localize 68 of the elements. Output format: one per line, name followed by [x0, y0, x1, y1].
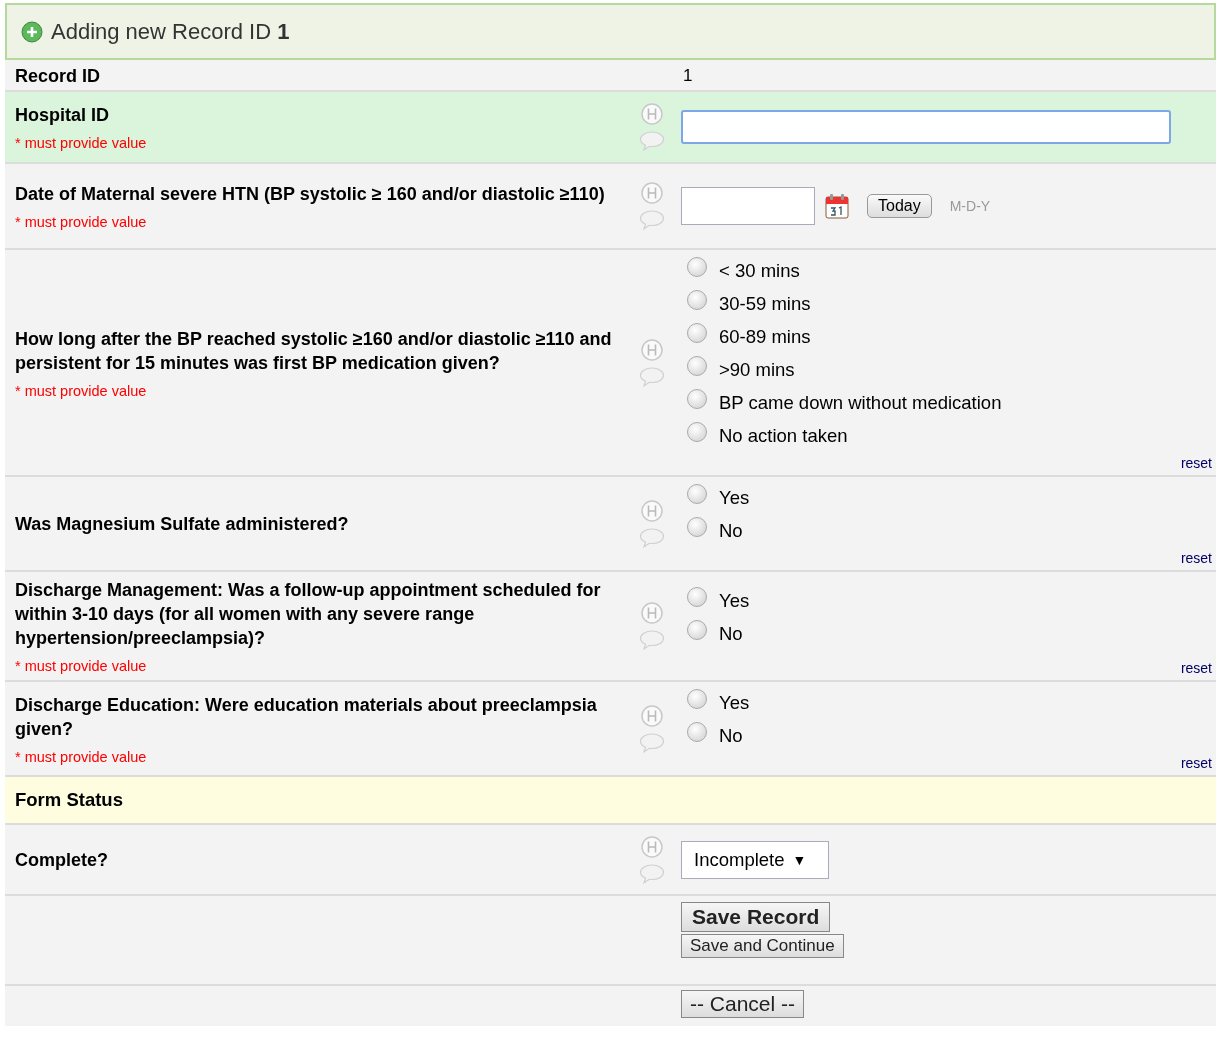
history-icon[interactable]: [641, 602, 663, 624]
required-note: * must provide value: [15, 382, 148, 399]
status-dropdown[interactable]: Incomplete ▼: [681, 840, 829, 879]
option-label: < 30 mins: [719, 260, 800, 282]
radio-button[interactable]: [687, 722, 707, 742]
comment-icon[interactable]: [639, 131, 665, 151]
radio-button[interactable]: [687, 257, 707, 277]
save-continue-button[interactable]: Save and Continue: [681, 934, 844, 958]
radio-button[interactable]: [687, 619, 707, 640]
required-note: * must provide value: [15, 214, 148, 230]
comment-icon[interactable]: [639, 366, 665, 387]
field-label: Discharge Education: Were education materials about preeclampsia given?: [15, 693, 598, 741]
cancel-button[interactable]: -- Cancel --: [681, 990, 804, 1018]
text-input-field[interactable]: [681, 110, 1171, 144]
record-id-value: 1: [682, 66, 694, 86]
radio-button[interactable]: [687, 689, 707, 709]
radio-button[interactable]: [687, 356, 707, 376]
required-note: * must provide value: [15, 748, 148, 765]
save-button[interactable]: Save Record: [681, 902, 831, 932]
option-label: No: [719, 520, 743, 542]
option-label: >90 mins: [719, 359, 795, 381]
option-label: Yes: [719, 589, 750, 612]
option-label: Yes: [719, 692, 750, 714]
history-icon[interactable]: [641, 499, 663, 522]
field-label: Record ID: [15, 65, 102, 88]
reset-link[interactable]: reset: [1180, 755, 1212, 771]
field-label: Was Magnesium Sulfate administered?: [15, 512, 350, 536]
option-label: No: [719, 622, 743, 645]
field-label: Discharge Management: Was a follow-up appointment scheduled for within 3-10 days (for all women with any severe range hypertension/preeclampsia)?: [15, 579, 602, 650]
option-label: Yes: [719, 487, 750, 509]
field-label: How long after the BP reached systolic ≥160 and/or diastolic ≥110 and persistent for 15 minutes was first BP medication given?: [15, 327, 613, 375]
comment-icon[interactable]: [639, 527, 665, 548]
reset-link[interactable]: reset: [1180, 660, 1212, 676]
page-title: Adding new Record ID 1: [51, 18, 290, 45]
add-icon: [21, 20, 43, 43]
date-format-hint: M-D-Y: [949, 198, 991, 214]
field-label: Date of Maternal severe HTN (BP systolic ≥ 160 and/or diastolic ≥110): [15, 183, 606, 206]
radio-button[interactable]: [687, 422, 707, 442]
comment-icon[interactable]: [639, 630, 665, 650]
radio-button[interactable]: [687, 389, 707, 409]
field-label: Complete?: [15, 848, 109, 872]
comment-icon[interactable]: [639, 863, 665, 884]
calendar-icon[interactable]: [825, 193, 849, 219]
radio-button[interactable]: [687, 517, 707, 537]
history-icon[interactable]: [641, 103, 663, 125]
radio-button[interactable]: [687, 323, 707, 343]
radio-button[interactable]: [687, 484, 707, 504]
option-label: 30-59 mins: [719, 293, 811, 315]
history-icon[interactable]: [641, 704, 663, 727]
reset-link[interactable]: reset: [1180, 550, 1212, 566]
history-icon[interactable]: [641, 182, 663, 204]
required-note: * must provide value: [15, 658, 148, 674]
option-label: BP came down without medication: [719, 392, 1002, 414]
required-note: * must provide value: [15, 135, 148, 151]
radio-button[interactable]: [687, 586, 707, 607]
option-label: No action taken: [719, 425, 848, 447]
history-icon[interactable]: [641, 835, 663, 858]
section-header: Form Status: [5, 777, 1216, 825]
date-input-field[interactable]: [681, 187, 815, 225]
option-label: 60-89 mins: [719, 326, 811, 348]
field-label: Hospital ID: [15, 104, 110, 127]
reset-link[interactable]: reset: [1180, 455, 1212, 471]
today-button[interactable]: Today: [867, 194, 932, 218]
radio-button[interactable]: [687, 290, 707, 310]
history-icon[interactable]: [641, 338, 663, 361]
comment-icon[interactable]: [639, 732, 665, 753]
comment-icon[interactable]: [639, 210, 665, 230]
option-label: No: [719, 725, 743, 747]
